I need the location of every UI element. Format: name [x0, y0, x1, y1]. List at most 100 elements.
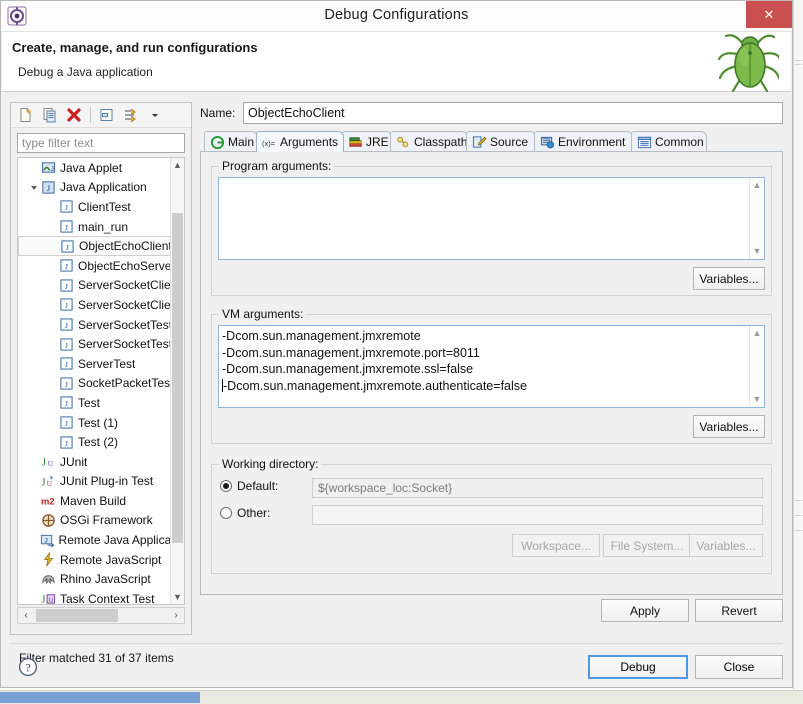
working-directory-variables-button[interactable]: Variables...: [689, 534, 763, 557]
tree-item-test-1[interactable]: J Test (1): [18, 413, 184, 433]
tree-item-junit-plug-in-test[interactable]: J U JUnit Plug-in Test: [18, 472, 184, 492]
tab-common[interactable]: Common: [631, 131, 707, 152]
tree-item-test-2[interactable]: J Test (2): [18, 432, 184, 452]
tab-arguments[interactable]: (x)= Arguments: [256, 131, 344, 152]
svg-text:?: ?: [25, 660, 30, 674]
vm-arguments-scrollbar[interactable]: ▲ ▼: [749, 326, 764, 407]
program-arguments-scrollbar[interactable]: ▲ ▼: [749, 178, 764, 259]
tree-item-maven-build[interactable]: m2 Maven Build: [18, 491, 184, 511]
tree-item-test[interactable]: J Test: [18, 393, 184, 413]
background-window-scrollbar[interactable]: [0, 690, 803, 704]
vm-arguments-value[interactable]: -Dcom.sun.management.jmxremote -Dcom.sun.…: [222, 328, 761, 394]
launch-configuration-tree[interactable]: J Java Applet J Java Application J ClientTest…: [17, 157, 185, 605]
background-scrollbar-thumb[interactable]: [0, 692, 200, 703]
tree-item-socketpackettest[interactable]: J SocketPacketTest: [18, 374, 184, 394]
close-dialog-button[interactable]: Close: [695, 655, 783, 679]
tab-label: JRE: [366, 135, 389, 149]
apply-button[interactable]: Apply: [601, 599, 689, 622]
vm-arguments-label: VM arguments:: [219, 307, 307, 321]
tree-item-objectechoclient[interactable]: J ObjectEchoClient: [18, 236, 184, 256]
tree-item-remote-java-application[interactable]: J Remote Java Application: [18, 530, 184, 550]
tree-item-junit[interactable]: J U JUnit: [18, 452, 184, 472]
debug-button[interactable]: Debug: [588, 655, 688, 679]
scroll-up-arrow-icon[interactable]: ▲: [750, 178, 764, 193]
window-close-button[interactable]: ✕: [746, 1, 792, 28]
tree-item-serversockettest[interactable]: J ServerSocketTest: [18, 315, 184, 335]
tree-item-osgi-framework[interactable]: OSGi Framework: [18, 511, 184, 531]
debug-configurations-dialog: Debug Configurations ✕ Create, manage, a…: [0, 0, 793, 688]
rhino-icon: [40, 572, 57, 587]
chevron-down-icon[interactable]: [144, 105, 166, 126]
help-question-icon[interactable]: ?: [18, 657, 38, 677]
tree-item-servertest[interactable]: J ServerTest: [18, 354, 184, 374]
tree-item-label: ObjectEchoServer: [78, 258, 176, 273]
scroll-down-arrow-icon[interactable]: ▼: [171, 590, 184, 604]
svg-text:J: J: [66, 243, 69, 252]
text-caret: [222, 378, 223, 392]
scroll-up-arrow-icon[interactable]: ▲: [171, 158, 184, 172]
svg-text:J: J: [65, 223, 68, 232]
vm-arguments-variables-button[interactable]: Variables...: [693, 415, 765, 438]
tree-item-serversocketclient[interactable]: J ServerSocketClient: [18, 276, 184, 296]
tree-item-java-applet[interactable]: J Java Applet: [18, 158, 184, 178]
tree-vertical-scroll-thumb[interactable]: [172, 213, 183, 543]
radio-selected-icon[interactable]: [220, 480, 232, 492]
tree-item-clienttest[interactable]: J ClientTest: [18, 197, 184, 217]
tree-horizontal-scrollbar[interactable]: ‹ ›: [17, 607, 185, 624]
tab-environment[interactable]: Environment: [534, 131, 633, 152]
tree-item-main-run[interactable]: Jmain_run: [18, 217, 184, 237]
tree-item-label: Rhino JavaScript: [60, 572, 151, 587]
tab-classpath[interactable]: Classpath: [390, 131, 468, 152]
tree-item-java-application[interactable]: J Java Application: [18, 178, 184, 198]
svg-text:J: J: [65, 360, 68, 369]
svg-text:J: J: [65, 341, 68, 350]
vm-argument-line: -Dcom.sun.management.jmxremote.authentic…: [222, 378, 527, 393]
filter-arrows-icon[interactable]: [120, 105, 142, 126]
working-directory-file-system-button[interactable]: File System...: [603, 534, 691, 557]
tree-item-rhino-javascript[interactable]: Rhino JavaScript: [18, 569, 184, 589]
scroll-down-arrow-icon[interactable]: ▼: [750, 392, 764, 407]
tree-item-task-context-test[interactable]: J U Task Context Test: [18, 589, 184, 605]
collapse-all-button[interactable]: [96, 105, 118, 126]
working-directory-workspace-button[interactable]: Workspace...: [512, 534, 600, 557]
java-launch-icon: J: [58, 278, 75, 293]
svg-text:(x)=: (x)=: [262, 138, 276, 147]
tree-item-remote-javascript[interactable]: Remote JavaScript: [18, 550, 184, 570]
main-green-circle-icon: [210, 135, 225, 150]
tree-vertical-scrollbar[interactable]: ▲ ▼: [170, 158, 184, 604]
working-directory-other-field[interactable]: [312, 505, 763, 525]
program-arguments-variables-button[interactable]: Variables...: [693, 267, 765, 290]
tree-item-label: SocketPacketTest: [78, 376, 174, 391]
duplicate-launch-configuration-button[interactable]: [39, 105, 61, 126]
vm-argument-line: -Dcom.sun.management.jmxremote.ssl=false: [222, 362, 474, 376]
vm-arguments-textarea: -Dcom.sun.management.jmxremote -Dcom.sun.…: [218, 325, 765, 408]
filter-input[interactable]: type filter text: [17, 133, 185, 153]
revert-button[interactable]: Revert: [695, 599, 783, 622]
working-directory-default-field: ${workspace_loc:Socket}: [312, 478, 763, 498]
tree-item-objectechoserver[interactable]: J ObjectEchoServer: [18, 256, 184, 276]
svg-text:U: U: [48, 597, 53, 604]
scroll-up-arrow-icon[interactable]: ▲: [750, 326, 764, 341]
tree-item-serversocketclient[interactable]: J ServerSocketClient: [18, 295, 184, 315]
java-launch-icon: J: [58, 337, 75, 352]
svg-text:J: J: [51, 166, 54, 173]
new-launch-configuration-button[interactable]: [15, 105, 37, 126]
dialog-footer: ? Debug Close: [10, 643, 783, 689]
red-delete-x-icon[interactable]: [63, 105, 85, 126]
java-launch-icon: J: [58, 199, 75, 214]
svg-text:J: J: [41, 595, 45, 605]
scroll-down-arrow-icon[interactable]: ▼: [750, 244, 764, 259]
scroll-left-arrow-icon[interactable]: ‹: [18, 608, 34, 623]
scroll-right-arrow-icon[interactable]: ›: [168, 608, 184, 623]
radio-unselected-icon[interactable]: [220, 507, 232, 519]
configuration-name-input[interactable]: ObjectEchoClient: [243, 102, 783, 124]
tree-horizontal-scroll-thumb[interactable]: [36, 609, 118, 622]
tree-item-serversockettest[interactable]: J ServerSocketTest: [18, 334, 184, 354]
tree-expander-open-icon[interactable]: [28, 183, 40, 192]
tree-item-label: Java Application: [60, 180, 147, 195]
java-launch-icon: J: [58, 435, 75, 450]
tab-jre[interactable]: JRE: [342, 131, 392, 152]
tab-main[interactable]: Main: [204, 131, 258, 152]
tab-source[interactable]: Source: [466, 131, 536, 152]
header-subtitle: Debug a Java application: [18, 65, 153, 79]
